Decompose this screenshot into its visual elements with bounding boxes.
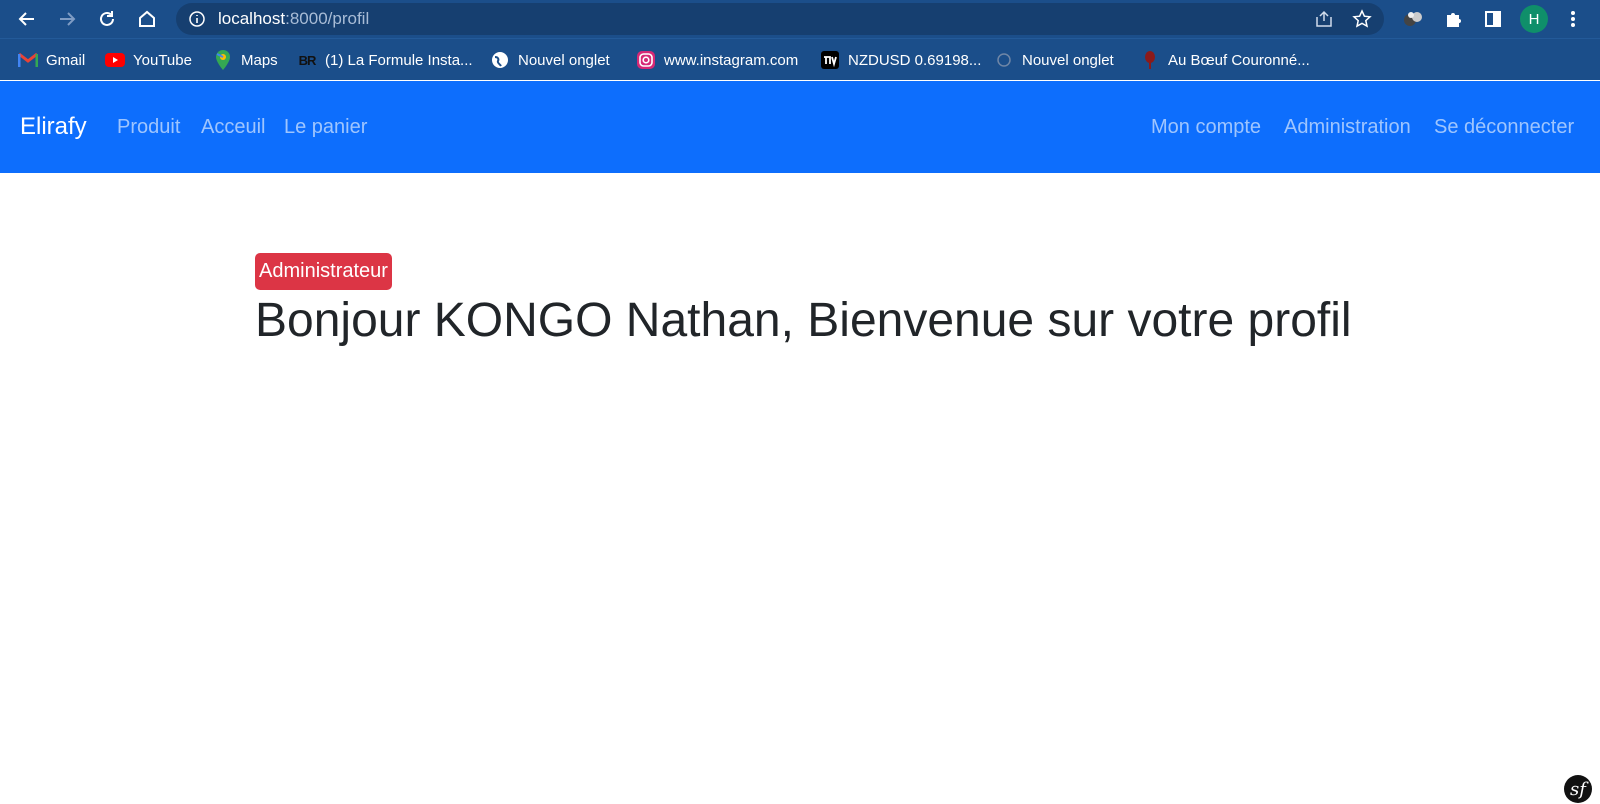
globe-icon (490, 50, 510, 70)
arrow-right-icon (60, 12, 76, 26)
bookmarks-bar: Gmail YouTube Maps BR (1) La Formule Ins… (0, 38, 1600, 80)
home-button[interactable] (133, 5, 161, 33)
home-icon (139, 10, 155, 27)
page-title: Bonjour KONGO Nathan, Bienvenue sur votr… (255, 294, 1352, 347)
nav-link-administration[interactable]: Administration (1284, 116, 1411, 139)
reload-icon (100, 11, 114, 26)
bookmark-label: www.instagram.com (664, 51, 799, 69)
bookmark-maps[interactable]: Maps (213, 49, 278, 71)
bookmark-nouvel-onglet-2[interactable]: Nouvel onglet (994, 49, 1114, 71)
br-icon: BR (298, 52, 317, 68)
puzzle-icon[interactable] (1440, 6, 1466, 32)
profile-avatar[interactable]: H (1520, 5, 1548, 33)
info-icon[interactable] (188, 10, 206, 28)
brand-link[interactable]: Elirafy (20, 113, 87, 141)
side-panel-icon[interactable] (1480, 6, 1506, 32)
nav-link-acceuil[interactable]: Acceuil (201, 116, 265, 139)
youtube-icon (105, 50, 125, 70)
nav-link-panier[interactable]: Le panier (284, 116, 367, 139)
role-badge: Administrateur (255, 253, 392, 290)
bookmark-youtube[interactable]: YouTube (105, 49, 192, 71)
bookmark-instagram[interactable]: www.instagram.com (636, 49, 798, 71)
nav-link-mon-compte[interactable]: Mon compte (1151, 116, 1261, 139)
nav-link-deconnecter[interactable]: Se déconnecter (1434, 116, 1574, 139)
tab-icon (994, 50, 1014, 70)
bookmark-gmail[interactable]: Gmail (18, 49, 85, 71)
browser-toolbar: localhost:8000/profil H (0, 0, 1600, 38)
reload-button[interactable] (93, 5, 121, 33)
extension-ball-icon[interactable] (1400, 6, 1426, 32)
arrow-left-icon (18, 12, 34, 26)
url-text[interactable]: localhost:8000/profil (218, 9, 369, 29)
bookmark-label: Maps (241, 51, 278, 69)
share-icon[interactable] (1314, 9, 1334, 29)
restaurant-icon (1140, 50, 1160, 70)
bookmark-label: Nouvel onglet (518, 51, 610, 69)
maps-icon (213, 50, 233, 70)
bookmark-nzdusd[interactable]: NZDUSD 0.69198... (820, 49, 981, 71)
bookmark-label: (1) La Formule Insta... (325, 51, 473, 69)
address-bar[interactable]: localhost:8000/profil (176, 3, 1384, 35)
bookmark-label: Nouvel onglet (1022, 51, 1114, 69)
tradingview-icon (820, 50, 840, 70)
url-path: :8000/profil (285, 9, 370, 28)
forward-button[interactable] (53, 5, 81, 33)
star-icon[interactable] (1352, 9, 1372, 29)
site-navbar: Elirafy Produit Acceuil Le panier Mon co… (0, 81, 1600, 173)
instagram-icon (636, 50, 656, 70)
bookmark-nouvel-onglet-1[interactable]: Nouvel onglet (490, 49, 610, 71)
gmail-icon (18, 50, 38, 70)
back-button[interactable] (13, 5, 41, 33)
bookmark-label: Gmail (46, 51, 86, 69)
bookmark-label: NZDUSD 0.69198... (848, 51, 982, 69)
bookmark-au-boeuf[interactable]: Au Bœuf Couronné... (1140, 49, 1310, 71)
more-vert-icon[interactable] (1560, 6, 1586, 32)
bookmark-label: Au Bœuf Couronné... (1168, 51, 1310, 69)
symfony-toolbar-icon[interactable]: sf (1564, 775, 1592, 803)
bookmark-label: YouTube (133, 51, 192, 69)
url-host: localhost (218, 9, 286, 28)
bookmark-formule[interactable]: BR (1) La Formule Insta... (297, 49, 473, 71)
nav-link-produit[interactable]: Produit (117, 116, 180, 139)
